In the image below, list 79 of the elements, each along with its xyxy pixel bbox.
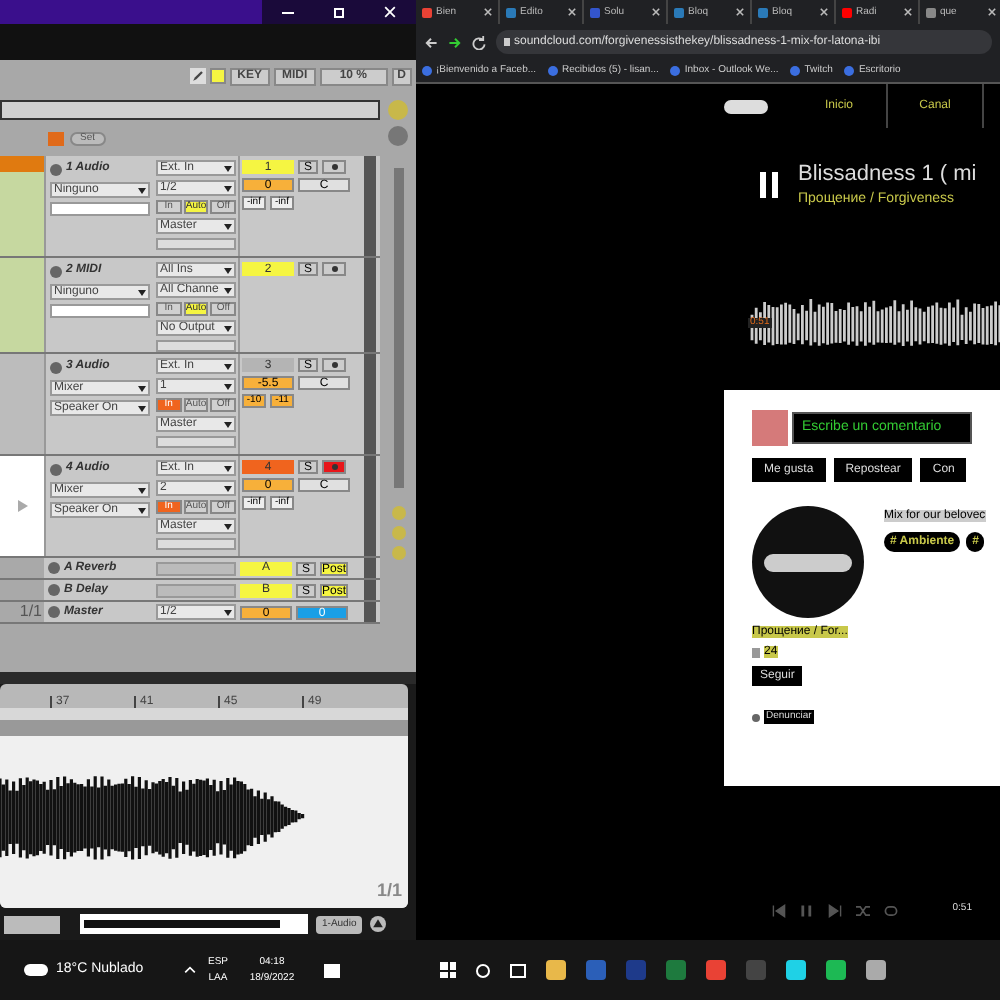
scrollbar[interactable]	[393, 168, 403, 488]
close-icon[interactable]	[904, 8, 912, 16]
track-title: Blissadness 1 ( mi	[798, 164, 977, 186]
clip-area	[0, 558, 44, 578]
clip-area: 1/1	[0, 602, 44, 622]
arm-button[interactable]	[322, 160, 346, 174]
empty-field	[156, 583, 236, 597]
close-icon[interactable]	[736, 8, 744, 16]
clip-slot[interactable]	[0, 456, 44, 556]
followers-icon	[752, 647, 760, 657]
tab-favicon	[758, 7, 768, 17]
caret-icon	[224, 287, 232, 293]
close-icon[interactable]	[820, 8, 828, 16]
fold-icon[interactable]	[50, 463, 62, 475]
empty-field	[50, 202, 150, 216]
arm-button[interactable]	[322, 358, 346, 372]
close-icon[interactable]	[988, 8, 996, 16]
arm-button[interactable]	[322, 262, 346, 276]
back-arrow-icon[interactable]	[424, 35, 438, 49]
shuffle-icon[interactable]	[856, 903, 871, 917]
caret-icon[interactable]	[184, 964, 196, 976]
cloud-icon	[24, 964, 48, 976]
fold-icon[interactable]	[50, 163, 62, 175]
previous-icon[interactable]	[772, 903, 787, 917]
tab-favicon	[842, 7, 852, 17]
clip-area	[0, 580, 44, 600]
empty-field	[156, 561, 236, 575]
flag-icon	[752, 713, 760, 721]
forward-arrow-icon[interactable]	[448, 35, 462, 49]
clip-area	[0, 172, 44, 256]
caret-icon	[138, 507, 146, 513]
reload-icon[interactable]	[472, 35, 486, 49]
caret-icon	[138, 385, 146, 391]
tab-favicon	[422, 7, 432, 17]
arm-button[interactable]	[322, 460, 346, 474]
tab-favicon	[674, 7, 684, 17]
minimize-icon[interactable]	[282, 11, 294, 13]
tab-favicon	[926, 7, 936, 17]
avatar-image	[752, 410, 788, 446]
pencil-icon[interactable]	[189, 68, 206, 84]
caret-icon	[224, 609, 232, 615]
eject-icon[interactable]	[370, 916, 387, 932]
caret-icon	[224, 223, 232, 229]
caret-icon	[138, 487, 146, 493]
maximize-icon[interactable]	[334, 7, 344, 17]
start-icon[interactable]	[440, 962, 456, 978]
caret-icon	[224, 165, 232, 171]
caret-icon	[224, 185, 232, 191]
clip-header	[0, 156, 44, 172]
search-icon[interactable]	[476, 963, 490, 977]
caret-icon	[138, 405, 146, 411]
caret-icon	[224, 485, 232, 491]
caret-icon	[224, 363, 232, 369]
close-icon[interactable]	[484, 8, 492, 16]
pause-icon[interactable]	[760, 172, 778, 198]
caret-icon	[138, 289, 146, 295]
play-icon	[17, 500, 27, 512]
tab-favicon	[590, 7, 600, 17]
stop-clips-icon[interactable]	[48, 131, 64, 145]
repeat-icon[interactable]	[884, 903, 899, 917]
fold-icon[interactable]	[50, 361, 62, 373]
task-view-icon[interactable]	[510, 963, 526, 977]
caret-icon	[224, 421, 232, 427]
close-icon[interactable]	[568, 8, 576, 16]
close-icon[interactable]	[652, 8, 660, 16]
clip-area	[0, 258, 44, 352]
tab-favicon	[506, 7, 516, 17]
fold-icon[interactable]	[50, 265, 62, 277]
caret-icon	[138, 187, 146, 193]
caret-icon	[224, 523, 232, 529]
page-label: 1/1	[376, 877, 402, 903]
status-field	[4, 915, 60, 933]
caret-icon	[224, 383, 232, 389]
caret-icon	[224, 325, 232, 331]
empty-field	[50, 304, 150, 318]
next-icon[interactable]	[828, 903, 843, 917]
caret-icon	[224, 267, 232, 273]
caret-icon	[224, 465, 232, 471]
lock-icon	[504, 38, 510, 46]
